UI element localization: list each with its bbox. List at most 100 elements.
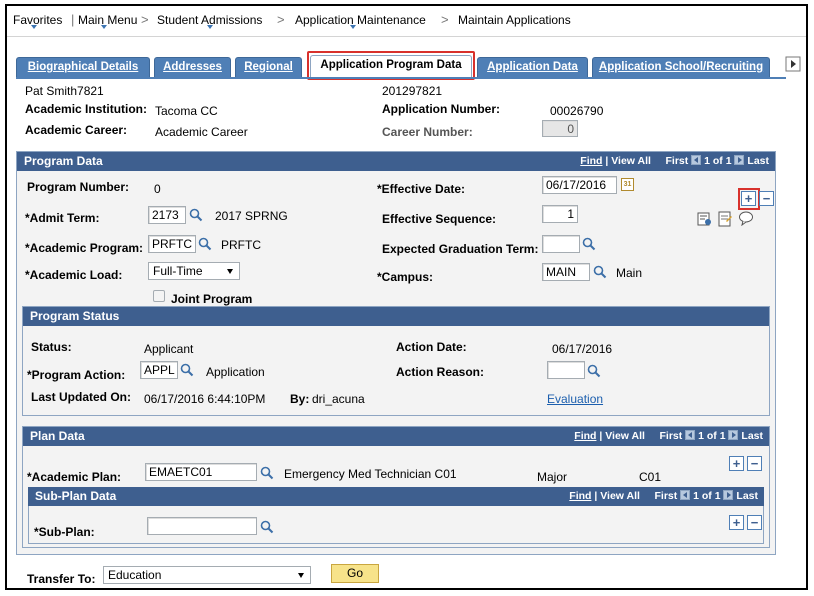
last-label: Last: [747, 155, 769, 167]
chevron-down-icon: [350, 25, 356, 29]
status-label: Status:: [31, 340, 72, 354]
breadcrumb-separator: >: [141, 12, 149, 27]
last-label: Last: [736, 490, 758, 502]
calendar-icon[interactable]: 31: [621, 178, 634, 191]
person-id: 201297821: [382, 84, 443, 98]
academic-program-desc: PRFTC: [221, 238, 261, 252]
last-updated-label: Last Updated On:: [31, 390, 132, 404]
sub-plan-label: *Sub-Plan:: [34, 525, 95, 539]
delete-subplan-button[interactable]: −: [747, 515, 762, 530]
plan-data-title: Plan Data: [30, 429, 85, 443]
academic-plan-label: *Academic Plan:: [27, 470, 122, 484]
tab-application-school-recruiting[interactable]: Application School/Recruiting: [592, 57, 770, 77]
breadcrumb-maintain-applications[interactable]: Maintain Applications: [458, 13, 571, 27]
transfer-to-select[interactable]: Education: [103, 566, 311, 584]
campus-desc: Main: [616, 266, 643, 280]
next-icon[interactable]: [723, 490, 734, 500]
chevron-down-icon: [101, 25, 107, 29]
search-icon[interactable]: [180, 363, 194, 377]
next-icon[interactable]: [728, 430, 739, 440]
joint-program-checkbox[interactable]: [153, 290, 165, 302]
effective-date-field[interactable]: 06/17/2016: [542, 176, 617, 194]
expected-grad-label: Expected Graduation Term:: [382, 242, 539, 256]
breadcrumb-main-menu[interactable]: Main Menu: [78, 13, 137, 27]
breadcrumb-application-maintenance[interactable]: Application Maintenance: [295, 13, 426, 27]
last-label: Last: [741, 430, 763, 442]
tab-addresses[interactable]: Addresses: [154, 57, 231, 77]
admit-term-field[interactable]: 2173: [148, 206, 186, 224]
career-value: Academic Career: [155, 125, 248, 139]
next-icon[interactable]: [734, 155, 745, 165]
action-date-label: Action Date:: [396, 340, 467, 354]
institution-value: Tacoma CC: [155, 104, 218, 118]
search-icon[interactable]: [260, 466, 274, 480]
sub-plan-header: Sub-Plan Data Find | View All First 1 of…: [28, 487, 764, 506]
search-icon[interactable]: [582, 237, 596, 251]
academic-plan-field[interactable]: EMAETC01: [145, 463, 257, 481]
sub-plan-nav: Find | View All First 1 of 1 Last: [569, 490, 758, 502]
program-action-field[interactable]: APPL: [140, 361, 178, 379]
find-link[interactable]: Find: [569, 490, 591, 502]
row-count: 1 of 1: [704, 155, 732, 167]
search-icon[interactable]: [198, 237, 212, 251]
delete-row-button[interactable]: −: [759, 191, 774, 206]
row-count: 1 of 1: [693, 490, 721, 502]
by-value: dri_acuna: [312, 392, 365, 406]
tab-application-data[interactable]: Application Data: [477, 57, 588, 77]
action-date-value: 06/17/2016: [552, 342, 613, 356]
expected-grad-field[interactable]: [542, 235, 580, 253]
dropdown-arrow-icon: [227, 269, 233, 274]
effective-sequence-label: Effective Sequence:: [382, 212, 497, 226]
person-name: Pat Smith7821: [25, 84, 104, 98]
page-frame: Favorites | Main Menu > Student Admissio…: [5, 4, 808, 590]
find-link[interactable]: Find: [580, 155, 602, 167]
evaluation-link[interactable]: Evaluation: [547, 392, 603, 406]
view-all-link[interactable]: View All: [600, 490, 640, 502]
academic-program-field[interactable]: PRFTC: [148, 235, 196, 253]
career-number-field: 0: [542, 120, 578, 137]
tab-biographical-details[interactable]: Biographical Details: [16, 57, 150, 77]
search-icon[interactable]: [189, 208, 203, 222]
tab-regional[interactable]: Regional: [235, 57, 302, 77]
previous-icon[interactable]: [691, 155, 702, 165]
delete-plan-button[interactable]: −: [747, 456, 762, 471]
application-number-value: 00026790: [550, 104, 604, 118]
program-status-title: Program Status: [30, 309, 120, 323]
add-subplan-button[interactable]: +: [729, 515, 744, 530]
academic-plan-desc: Emergency Med Technician C01: [284, 467, 457, 481]
plan-data-header: Plan Data Find | View All First 1 of 1 L…: [23, 427, 769, 446]
notes-icon[interactable]: [717, 211, 733, 227]
find-link[interactable]: Find: [574, 430, 596, 442]
search-icon[interactable]: [260, 520, 274, 534]
tab-scroll-right-icon[interactable]: [785, 56, 801, 72]
search-icon[interactable]: [593, 265, 607, 279]
previous-icon[interactable]: [680, 490, 691, 500]
campus-field[interactable]: MAIN: [542, 263, 590, 281]
dropdown-arrow-icon: [298, 573, 304, 578]
academic-load-select[interactable]: Full-Time: [148, 262, 240, 280]
address-book-icon[interactable]: [696, 211, 712, 227]
add-plan-button[interactable]: +: [729, 456, 744, 471]
effective-sequence-field[interactable]: 1: [542, 205, 578, 223]
breadcrumb-separator: >: [277, 12, 285, 27]
first-label: First: [659, 430, 683, 442]
previous-icon[interactable]: [685, 430, 696, 440]
action-reason-field[interactable]: [547, 361, 585, 379]
search-icon[interactable]: [587, 364, 601, 378]
program-data-header: Program Data Find | View All First 1 of …: [17, 152, 775, 171]
chevron-down-icon: [207, 25, 213, 29]
campus-label: *Campus:: [377, 270, 434, 284]
tab-highlight-annotation: [307, 51, 475, 80]
row-count: 1 of 1: [698, 430, 726, 442]
by-label: By:: [290, 392, 310, 406]
action-reason-label: Action Reason:: [396, 365, 485, 379]
comment-icon[interactable]: [738, 210, 754, 226]
view-all-link[interactable]: View All: [605, 430, 645, 442]
view-all-link[interactable]: View All: [611, 155, 651, 167]
go-button[interactable]: Go: [331, 564, 379, 583]
first-label: First: [654, 490, 678, 502]
effective-date-label: *Effective Date:: [377, 182, 466, 196]
breadcrumb-separator: >: [441, 12, 449, 27]
breadcrumb-favorites[interactable]: Favorites: [13, 13, 62, 27]
sub-plan-field[interactable]: [147, 517, 257, 535]
